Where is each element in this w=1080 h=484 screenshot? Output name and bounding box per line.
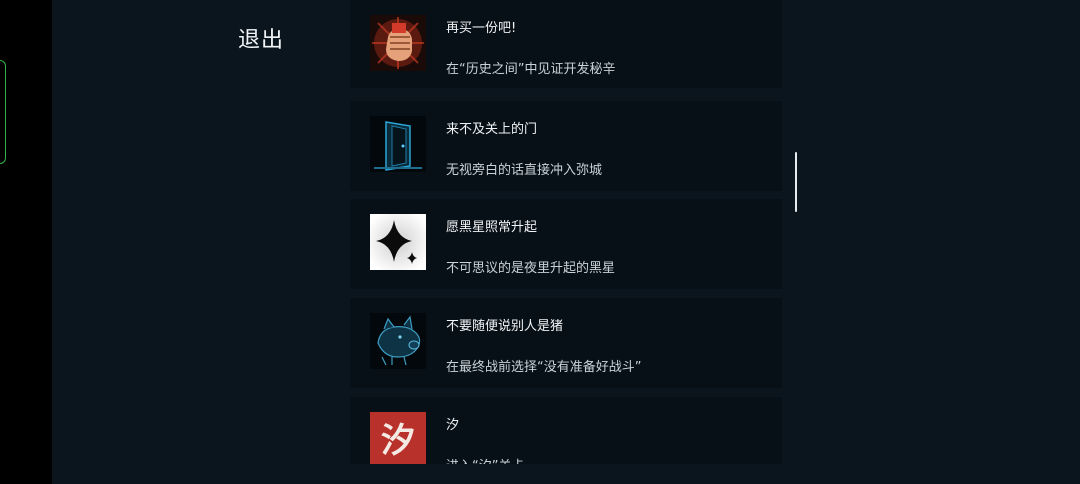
achievement-title: 再买一份吧! [446,21,517,36]
side-panel-handle[interactable] [0,60,6,164]
achievement-desc: 进入“汐”关卡 [446,455,524,464]
exit-button[interactable]: 退出 [238,22,284,54]
achievement-card[interactable]: 再买一份吧! 在“历史之间”中见证开发秘辛 [350,0,782,88]
achievement-desc: 无视旁白的话直接冲入弥城 [446,163,603,178]
achievement-card[interactable]: 愿黑星照常升起 不可思议的是夜里升起的黑星 [350,199,782,289]
achievement-title: 汐 [446,418,460,433]
achievement-card[interactable]: 不要随便说别人是猪 在最终战前选择“没有准备好战斗” [350,298,782,388]
achievement-title: 不要随便说别人是猪 [446,319,564,334]
door-icon [370,116,426,172]
left-edge-strip [0,0,52,484]
achievement-desc: 在最终战前选择“没有准备好战斗” [446,360,642,375]
achievement-title: 来不及关上的门 [446,122,538,137]
achievement-card[interactable]: 来不及关上的门 无视旁白的话直接冲入弥城 [350,101,782,191]
achievement-list[interactable]: 再买一份吧! 在“历史之间”中见证开发秘辛 来不及关上的门 无视旁白的话直接冲入… [350,0,782,464]
achievement-desc: 在“历史之间”中见证开发秘辛 [446,62,616,77]
fist-icon [370,15,426,71]
xi-character-icon: 汐 [370,412,426,464]
achievement-desc: 不可思议的是夜里升起的黑星 [446,261,616,276]
achievement-card[interactable]: 汐 汐 进入“汐”关卡 [350,397,782,464]
list-scrollbar[interactable] [795,152,797,212]
pig-icon [370,313,426,369]
black-star-icon [370,214,426,270]
xi-character-glyph: 汐 [381,421,415,461]
achievement-title: 愿黑星照常升起 [446,220,538,235]
